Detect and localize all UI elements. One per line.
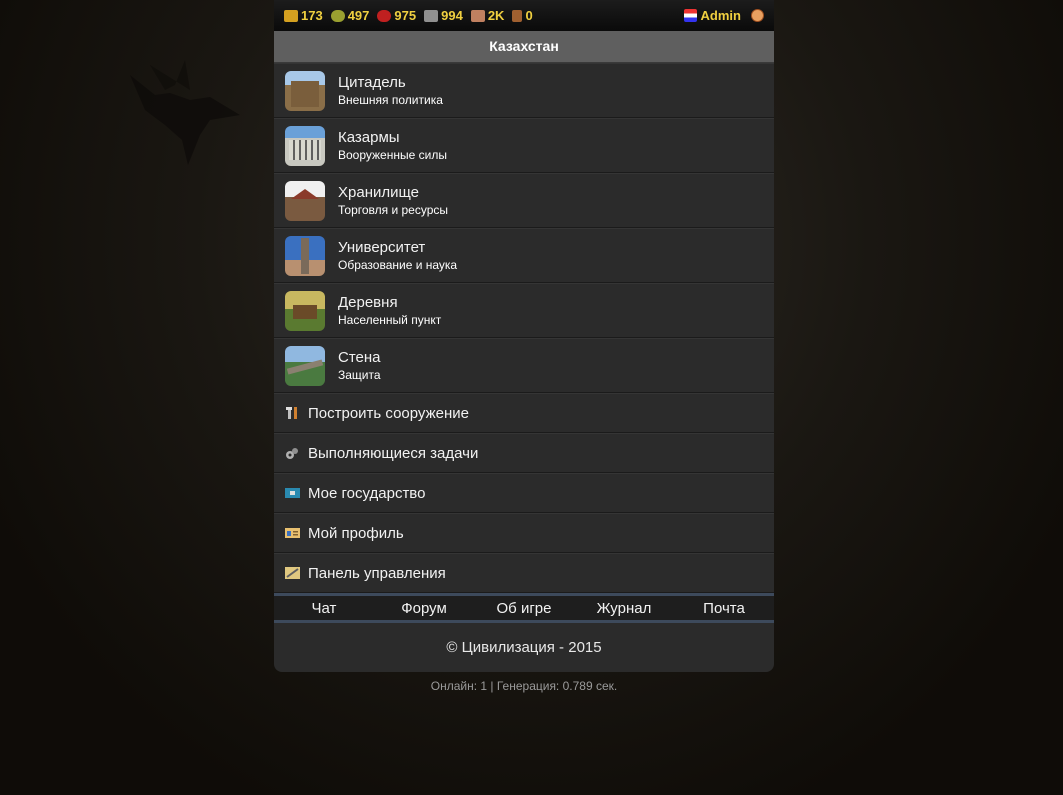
- menu-item-university[interactable]: Университет Образование и наука: [274, 228, 774, 283]
- resource-iron: 994: [424, 8, 463, 23]
- user-link[interactable]: Admin: [683, 8, 764, 23]
- resource-wood-value: 497: [347, 8, 370, 23]
- resource-tool-value: 0: [525, 8, 533, 23]
- page-title: Казахстан: [274, 31, 774, 63]
- menu-item-state[interactable]: Мое государство: [274, 473, 774, 513]
- state-icon: [285, 488, 300, 498]
- tool-icon: [512, 9, 523, 22]
- profile-card-icon: [285, 528, 300, 538]
- nav-chat[interactable]: Чат: [274, 600, 374, 617]
- bottom-nav: Чат Форум Об игре Журнал Почта: [274, 593, 774, 623]
- menu-item-barracks[interactable]: Казармы Вооруженные силы: [274, 118, 774, 173]
- menu-item-tasks[interactable]: Выполняющиеся задачи: [274, 433, 774, 473]
- main-panel: 173 497 975 994 2K 0 Admin Казахстан Цит…: [274, 0, 774, 693]
- menu-item-name: Хранилище: [338, 183, 419, 201]
- resource-iron-value: 994: [441, 8, 463, 23]
- menu-item-label: Выполняющиеся задачи: [308, 444, 479, 462]
- control-panel-icon: [285, 567, 300, 579]
- citadel-image: [285, 70, 325, 111]
- crow-silhouette-image: [130, 60, 240, 165]
- menu-item-storage[interactable]: Хранилище Торговля и ресурсы: [274, 173, 774, 228]
- menu-item-subtitle: Защита: [338, 367, 381, 382]
- resource-gold-value: 173: [301, 8, 323, 23]
- menu-item-subtitle: Образование и наука: [338, 257, 458, 272]
- nav-forum[interactable]: Форум: [374, 600, 474, 617]
- nav-mail[interactable]: Почта: [674, 600, 774, 617]
- user-name: Admin: [700, 8, 741, 23]
- tools-icon: [286, 407, 297, 419]
- university-image: [285, 235, 325, 276]
- storage-image: [285, 180, 325, 221]
- wood-icon: [330, 9, 345, 22]
- menu-item-name: Казармы: [338, 128, 400, 146]
- menu-item-label: Мое государство: [308, 484, 426, 502]
- meat-icon: [377, 9, 392, 22]
- footer-copyright: © Цивилизация - 2015: [274, 623, 774, 672]
- resource-tool: 0: [512, 8, 533, 23]
- resource-meat-value: 975: [394, 8, 417, 23]
- menu-item-citadel[interactable]: Цитадель Внешняя политика: [274, 63, 774, 118]
- menu-item-label: Построить сооружение: [308, 404, 469, 422]
- resource-wood: 497: [330, 8, 370, 23]
- wall-image: [285, 345, 325, 386]
- menu-item-subtitle: Торговля и ресурсы: [338, 202, 449, 217]
- menu-item-name: Университет: [338, 238, 426, 256]
- resource-bar: 173 497 975 994 2K 0 Admin: [274, 0, 774, 31]
- gold-icon: [284, 9, 298, 22]
- online-stats: Онлайн: 1 | Генерация: 0.789 сек.: [430, 679, 618, 693]
- menu-item-subtitle: Населенный пункт: [338, 312, 442, 327]
- menu-item-label: Мой профиль: [308, 524, 404, 542]
- resource-meat: 975: [377, 8, 416, 23]
- menu-item-control-panel[interactable]: Панель управления: [274, 553, 774, 593]
- menu-item-profile[interactable]: Мой профиль: [274, 513, 774, 553]
- menu-item-village[interactable]: Деревня Населенный пункт: [274, 283, 774, 338]
- stone-icon: [470, 9, 485, 22]
- user-flag-icon: [683, 9, 697, 22]
- menu-item-name: Деревня: [338, 293, 398, 311]
- menu-item-name: Цитадель: [338, 73, 406, 91]
- menu-item-wall[interactable]: Стена Защита: [274, 338, 774, 393]
- menu-item-label: Панель управления: [308, 564, 446, 582]
- nav-journal[interactable]: Журнал: [574, 600, 674, 617]
- building-menu: Цитадель Внешняя политика Казармы Вооружен…: [274, 63, 774, 593]
- menu-item-name: Стена: [338, 348, 381, 366]
- resource-stone-value: 2K: [487, 8, 505, 23]
- resource-stone: 2K: [470, 8, 505, 23]
- resource-gold: 173: [284, 8, 323, 23]
- gears-icon: [286, 448, 298, 459]
- iron-icon: [424, 9, 439, 22]
- menu-item-build[interactable]: Построить сооружение: [274, 393, 774, 433]
- nav-about[interactable]: Об игре: [474, 600, 574, 617]
- menu-item-subtitle: Вооруженные силы: [338, 147, 447, 162]
- smile-icon[interactable]: [751, 9, 764, 22]
- menu-item-subtitle: Внешняя политика: [338, 92, 443, 107]
- barracks-image: [285, 125, 325, 166]
- village-image: [285, 290, 325, 331]
